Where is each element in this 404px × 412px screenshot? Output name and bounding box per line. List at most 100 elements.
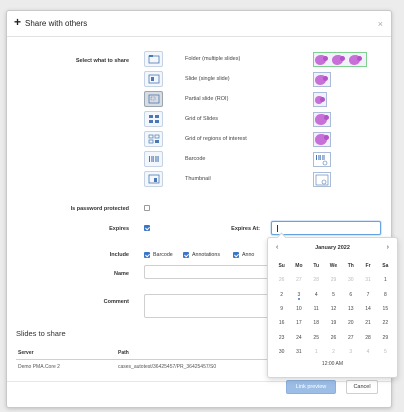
dialog-header: + Share with others × (7, 11, 391, 37)
calendar-day[interactable]: 5 (325, 292, 342, 298)
slide-icon (148, 74, 159, 84)
tissue-thumbnail (315, 95, 325, 104)
calendar-day[interactable]: 4 (359, 349, 376, 355)
calendar-month-title[interactable]: January 2022 (268, 245, 397, 251)
calendar-day[interactable]: 29 (377, 335, 394, 341)
calendar-day[interactable]: 15 (377, 306, 394, 312)
close-icon[interactable]: × (378, 19, 383, 29)
barcode-preview (313, 152, 331, 167)
calendar-day[interactable]: 8 (377, 292, 394, 298)
tissue-thumbnail (315, 74, 328, 85)
include-annotations-checkbox[interactable] (183, 252, 189, 258)
calendar-day[interactable]: 27 (290, 277, 307, 283)
calendar-header: ‹ January 2022 › (268, 244, 397, 254)
slide-option[interactable] (144, 71, 163, 87)
partial-slide-preview (313, 92, 327, 107)
calendar-day[interactable]: 1 (377, 277, 394, 283)
barcode-option[interactable] (144, 151, 163, 167)
calendar-day[interactable]: 14 (359, 306, 376, 312)
slides-section-title: Slides to share (16, 329, 66, 338)
calendar-day[interactable]: 12 (325, 306, 342, 312)
calendar-day[interactable]: 16 (273, 320, 290, 326)
calendar-day[interactable]: 13 (342, 306, 359, 312)
time-selector[interactable]: 12:00 AM (268, 361, 397, 367)
expires-label: Expires (109, 226, 129, 232)
calendar-day[interactable]: 23 (273, 335, 290, 341)
thumbnail-option[interactable] (144, 171, 163, 187)
plus-icon: + (14, 15, 22, 29)
expires-at-input[interactable] (271, 221, 381, 235)
calendar-day[interactable]: 29 (325, 277, 342, 283)
barcode-option-label: Barcode (185, 156, 206, 162)
calendar-day[interactable]: 2 (325, 349, 342, 355)
calendar-day[interactable]: 10 (290, 306, 307, 312)
password-checkbox[interactable] (144, 205, 150, 211)
partial-slide-option[interactable] (144, 91, 163, 107)
calendar-day[interactable]: 26 (325, 335, 342, 341)
calendar-grid: Su Mo Tu We Th Fr Sa 26 27 28 29 30 31 1 2 3 4 5 6 7 8 9 10 11 1… (273, 259, 394, 359)
include-annotations2-checkbox[interactable] (233, 252, 239, 258)
calendar-day[interactable]: 17 (290, 320, 307, 326)
slide-preview (313, 72, 331, 87)
calendar-day[interactable]: 18 (308, 320, 325, 326)
grid-roi-preview (313, 132, 331, 147)
link-preview-button[interactable]: Link preview (286, 380, 336, 394)
calendar-day[interactable]: 1 (308, 349, 325, 355)
grid-slides-option-label: Grid of Slides (185, 116, 219, 122)
calendar-day[interactable]: 5 (377, 349, 394, 355)
name-input[interactable] (144, 265, 274, 279)
calendar-day[interactable]: 11 (308, 306, 325, 312)
grid-slides-icon (148, 115, 159, 123)
next-month-icon[interactable]: › (387, 244, 389, 251)
calendar-day[interactable]: 7 (359, 292, 376, 298)
folder-option[interactable] (144, 51, 163, 67)
password-label: Is password protected (70, 206, 129, 212)
folder-icon (148, 55, 159, 64)
calendar-day[interactable]: 4 (308, 292, 325, 298)
week-row: 23 24 25 26 27 28 29 (273, 330, 394, 344)
barcode-preview-icon (316, 154, 328, 165)
weekday-label: Tu (313, 263, 320, 270)
calendar-day[interactable]: 21 (359, 320, 376, 326)
calendar-day[interactable]: 27 (342, 335, 359, 341)
calendar-day[interactable]: 20 (342, 320, 359, 326)
thumbnail-preview-icon (315, 174, 329, 185)
calendar-day[interactable]: 31 (290, 349, 307, 355)
expires-at-label: Expires At: (231, 226, 260, 232)
weekday-row: Su Mo Tu We Th Fr Sa (273, 259, 394, 273)
grid-roi-option[interactable] (144, 131, 163, 147)
include-annotations-label: Annotations (192, 252, 220, 258)
calendar-day[interactable]: 2 (273, 292, 290, 298)
calendar-day[interactable]: 9 (273, 306, 290, 312)
include-label: Include (109, 252, 129, 258)
name-label: Name (114, 271, 129, 277)
cancel-button[interactable]: Cancel (346, 380, 378, 394)
calendar-day[interactable]: 30 (273, 349, 290, 355)
weekday-label: Fr (365, 263, 371, 270)
calendar-day[interactable]: 24 (290, 335, 307, 341)
calendar-day[interactable]: 28 (359, 335, 376, 341)
server-cell: Demo PMA.Core 2 (18, 364, 60, 370)
calendar-day[interactable]: 3 (342, 349, 359, 355)
week-row: 26 27 28 29 30 31 1 (273, 273, 394, 287)
calendar-day[interactable]: 19 (325, 320, 342, 326)
comment-textarea[interactable] (144, 294, 274, 318)
weekday-label: Th (347, 263, 354, 270)
tissue-thumbnail (332, 54, 345, 65)
grid-slides-option[interactable] (144, 111, 163, 127)
partial-slide-icon (148, 94, 159, 104)
calendar-day[interactable]: 3 (290, 292, 307, 300)
calendar-day[interactable]: 30 (342, 277, 359, 283)
select-label: Select what to share (75, 58, 129, 64)
calendar-day[interactable]: 26 (273, 277, 290, 283)
weekday-label: Sa (382, 263, 389, 270)
calendar-day[interactable]: 31 (359, 277, 376, 283)
table-row[interactable]: Demo PMA.Core 2 cases_autotest/36425457/… (16, 360, 278, 375)
expires-checkbox[interactable] (144, 225, 150, 231)
calendar-day[interactable]: 6 (342, 292, 359, 298)
calendar-day[interactable]: 28 (308, 277, 325, 283)
calendar-day[interactable]: 22 (377, 320, 394, 326)
calendar-day[interactable]: 25 (308, 335, 325, 341)
include-barcode-checkbox[interactable] (144, 252, 150, 258)
column-header-path: Path (116, 347, 278, 360)
